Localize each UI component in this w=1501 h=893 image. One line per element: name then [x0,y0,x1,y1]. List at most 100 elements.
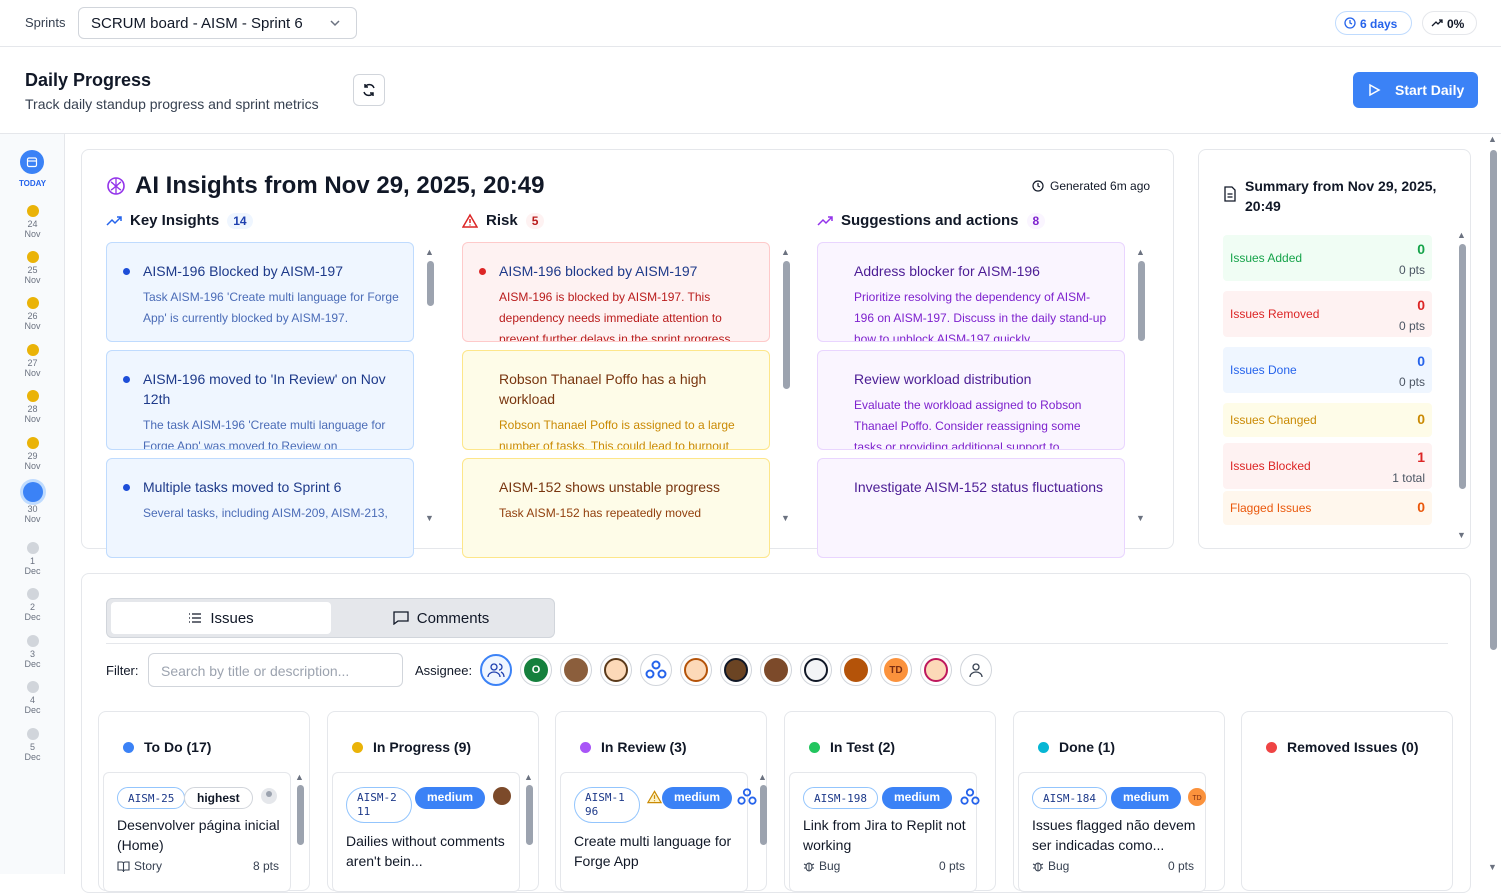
risk-insight-card[interactable]: AISM-196 blocked by AISM-197 AISM-196 is … [462,242,770,342]
summary-label: Issues Changed [1230,413,1317,427]
day-number: 5 [29,742,35,752]
users-icon [487,663,505,678]
avatar[interactable] [720,654,752,686]
board-column: In Test (2) AISM-198 medium Link from Jira … [784,711,996,892]
column-title: Removed Issues (0) [1287,739,1419,755]
brain-icon [107,177,125,195]
risk-count: 5 [525,212,545,229]
key-insight-card[interactable]: Multiple tasks moved to Sprint 6 Several … [106,458,414,558]
issue-key[interactable]: AISM-211 [346,787,412,823]
assignee-avatar-icon: TD [1187,787,1207,812]
bug-icon [803,862,815,872]
sugg-insight-card[interactable]: Address blocker for AISM-196 Prioritize r… [817,242,1125,342]
day-month: Nov [24,229,41,239]
column-scrollbar[interactable]: ▲ [524,772,534,892]
avatar-initial: O [524,658,548,682]
issue-footer: Bug 0 pts [803,859,965,873]
timeline-day[interactable]: 25 Nov [0,251,65,285]
comment-icon [393,611,409,625]
avatar[interactable] [680,654,712,686]
issue-card[interactable]: AISM-184 medium TD Issues flagged não devem… [1018,772,1206,892]
risk-insight-card[interactable]: AISM-152 shows unstable progress Task AIS… [462,458,770,558]
avatar[interactable]: TD [880,654,912,686]
insight-title: Review workload distribution [854,371,1032,387]
timeline-day[interactable]: 4 Dec [0,681,65,715]
timeline-day[interactable]: 29 Nov [0,437,65,471]
day-status-dot [26,728,39,740]
bullet-dot [123,376,130,383]
avatar[interactable] [840,654,872,686]
issue-card[interactable]: AISM-198 medium Link from Jira to Replit n… [789,772,980,892]
insight-description: Robson Thanael Poffo is assigned to a la… [499,418,735,450]
day-number: 28 [27,404,38,414]
issue-key[interactable]: AISM-198 [803,787,878,809]
avatar[interactable] [760,654,792,686]
summary-row: Issues Done 0 0 pts [1223,347,1432,393]
key-insights-header: Key Insights 14 [106,212,253,229]
timeline-day[interactable]: 1 Dec [0,542,65,576]
sugg-insight-card[interactable]: Review workload distribution Evaluate the… [817,350,1125,450]
day-status-dot [26,344,39,356]
unassigned-button[interactable] [960,654,992,686]
column-header: Done (1) [1038,739,1115,755]
summary-scrollbar[interactable]: ▲ ▼ [1457,230,1467,542]
column-scrollbar[interactable] [1210,772,1220,892]
avatar[interactable] [800,654,832,686]
avatar[interactable] [600,654,632,686]
page-subtitle: Track daily standup progress and sprint … [25,96,319,112]
column-status-dot [352,741,363,753]
timeline-day[interactable]: 2 Dec [0,588,65,622]
today-button[interactable] [20,150,44,174]
insight-description: Evaluate the workload assigned to Robson… [854,398,1082,450]
column-scrollbar[interactable]: ▲ [758,772,768,892]
sprint-select[interactable]: SCRUM board - AISM - Sprint 6 [78,7,357,39]
issue-type: Bug [1032,859,1069,873]
issue-card[interactable]: AISM-196 medium Create multi language for … [560,772,757,892]
summary-value: 0 [1417,241,1425,257]
user-icon [969,663,983,678]
key-scrollbar[interactable]: ▲ ▼ [425,247,435,525]
timeline-day[interactable]: 3 Dec [0,635,65,669]
issue-key[interactable]: AISM-25 [117,787,186,809]
tab-comments-label: Comments [416,609,490,627]
risk-insight-card[interactable]: Robson Thanael Poffo has a high workload… [462,350,770,450]
calendar-icon [26,157,38,168]
all-assignees-button[interactable] [480,654,512,686]
bullet-dot [123,268,130,275]
tab-comments[interactable]: Comments [331,602,551,634]
day-status-dot [26,205,39,217]
page-title: Daily Progress [25,70,152,90]
timeline-day[interactable]: 28 Nov [0,390,65,424]
assignee-avatar-icon [960,787,980,812]
tab-issues[interactable]: Issues [111,602,331,634]
issue-type: Story [117,859,162,873]
timeline-day[interactable]: 27 Nov [0,344,65,378]
column-scrollbar[interactable] [981,772,991,892]
sugg-scrollbar[interactable]: ▲ ▼ [1136,247,1146,525]
timeline-day[interactable]: 24 Nov [0,205,65,239]
key-insight-card[interactable]: AISM-196 moved to 'In Review' on Nov 12t… [106,350,414,450]
insight-title: Robson Thanael Poffo has a high workload [499,371,707,407]
timeline-day[interactable]: 26 Nov [0,297,65,331]
timeline-day[interactable]: 30 Nov [0,482,65,524]
avatar[interactable] [560,654,592,686]
issue-key[interactable]: AISM-184 [1032,787,1107,809]
refresh-button[interactable] [353,74,385,106]
issue-card[interactable]: AISM-211 medium Dailies without comments a… [332,772,520,892]
issue-type: Bug [803,859,840,873]
column-status-dot [809,741,820,753]
issue-card[interactable]: AISM-25 highest Desenvolver página inicial… [103,772,291,892]
timeline-day[interactable]: 5 Dec [0,728,65,762]
sugg-insight-card[interactable]: Investigate AISM-152 status fluctuations [817,458,1125,558]
page-scrollbar[interactable]: ▲ ▼ [1488,134,1500,874]
issue-key[interactable]: AISM-196 [574,787,640,823]
avatar[interactable] [640,654,672,686]
column-scrollbar[interactable]: ▲ [295,772,305,892]
risk-scrollbar[interactable]: ▲ ▼ [781,247,791,525]
start-daily-button[interactable]: Start Daily [1353,72,1478,108]
key-insight-card[interactable]: AISM-196 Blocked by AISM-197 Task AISM-19… [106,242,414,342]
avatar[interactable] [920,654,952,686]
avatar[interactable]: O [520,654,552,686]
search-input[interactable]: Search by title or description... [148,653,403,687]
priority-badge: medium [662,787,733,809]
